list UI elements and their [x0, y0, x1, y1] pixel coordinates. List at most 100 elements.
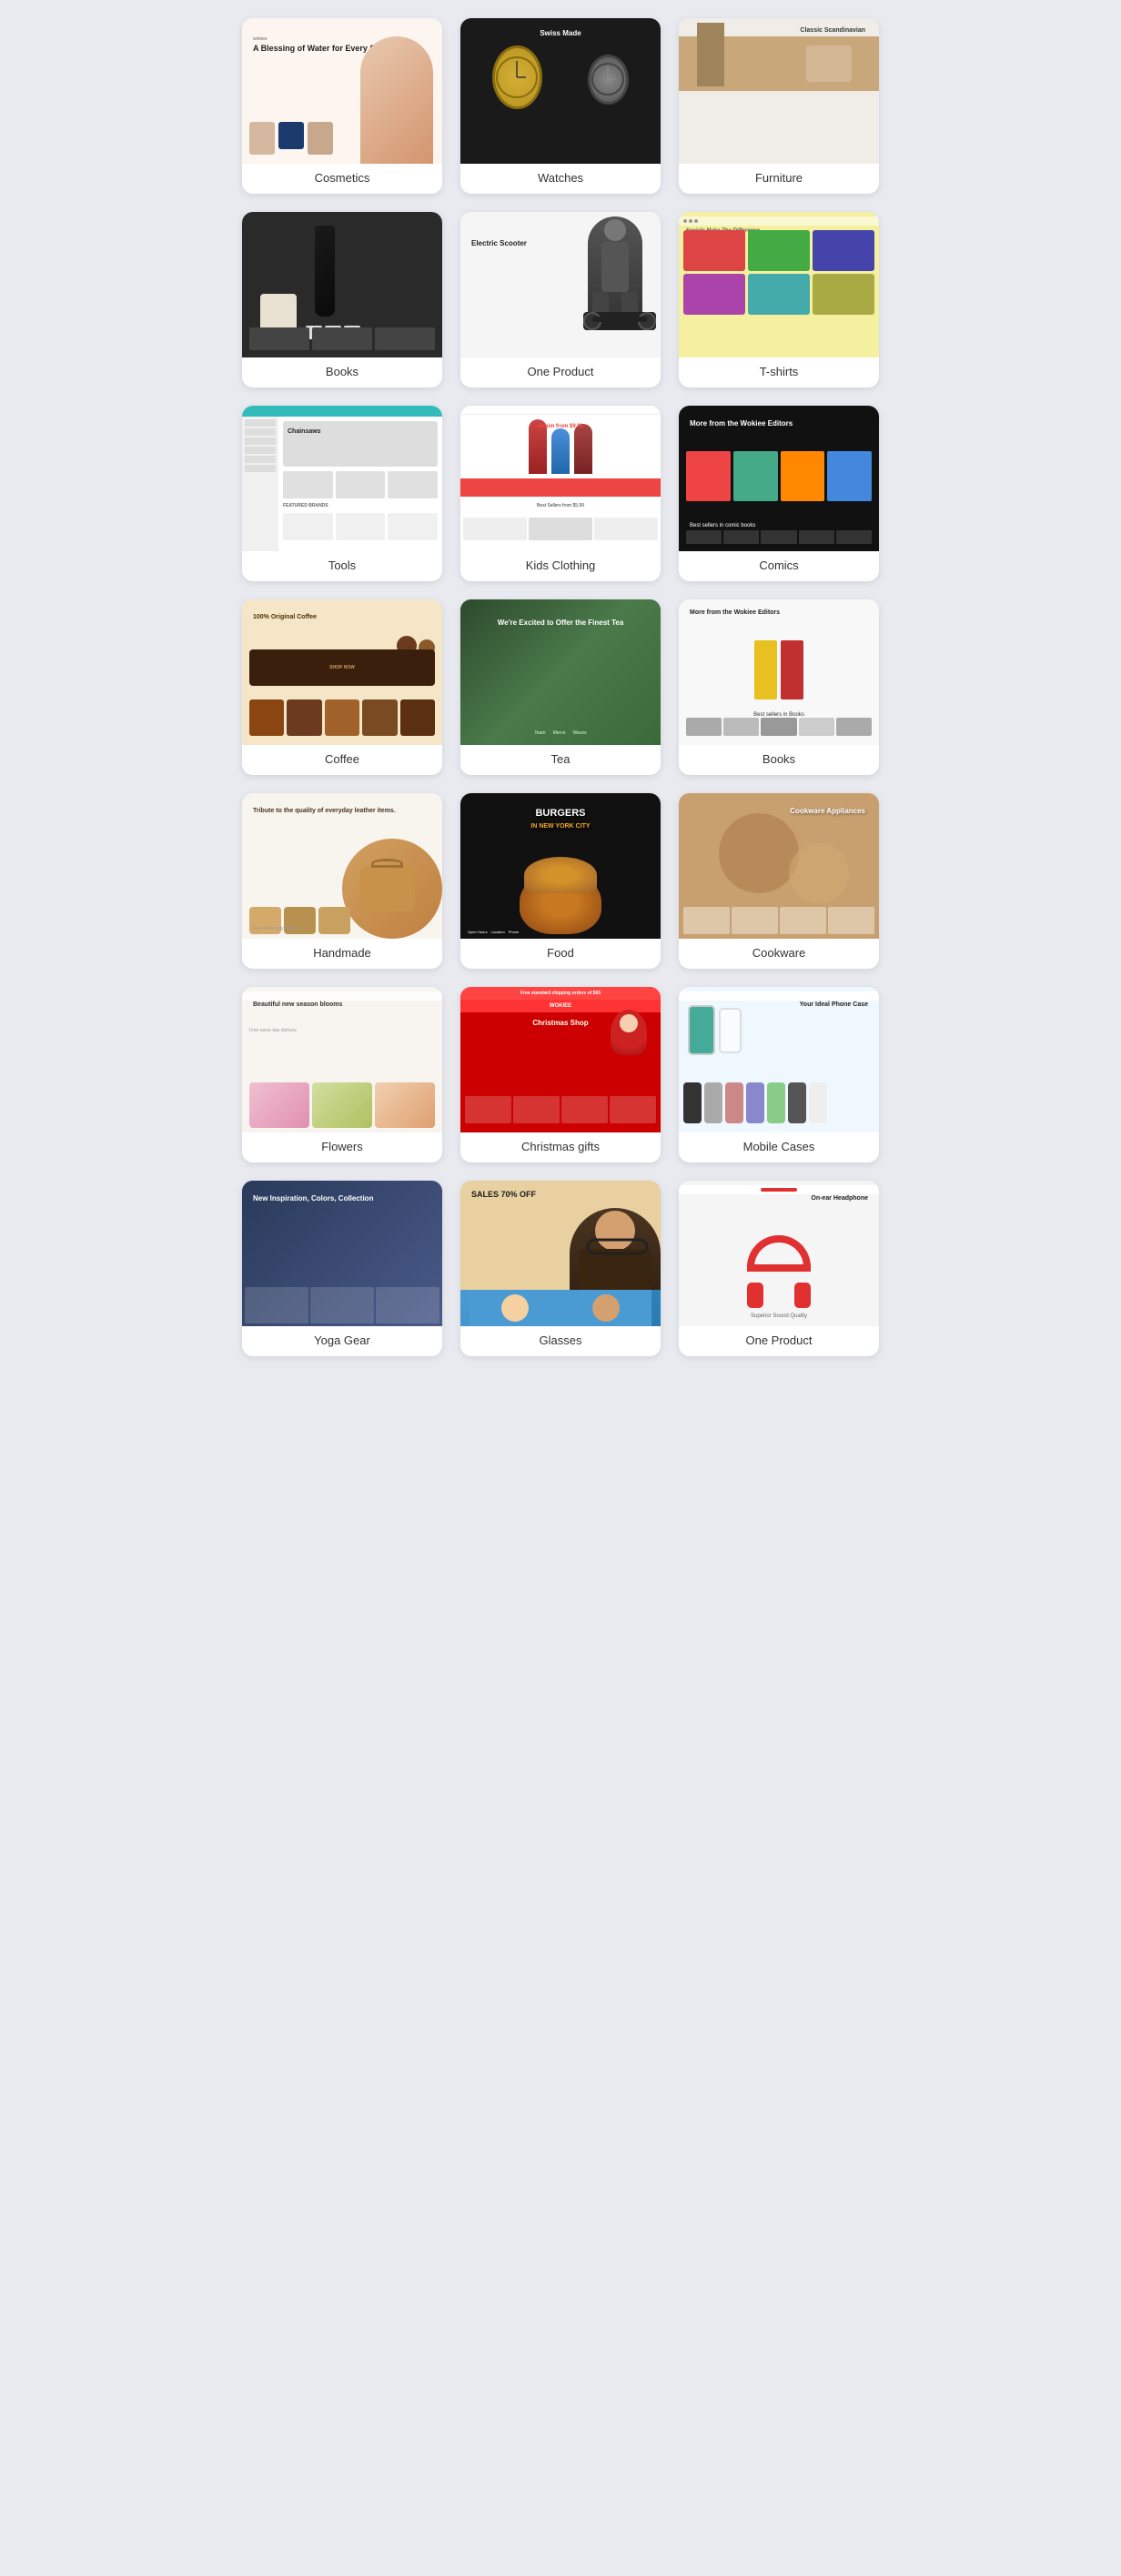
headphones-subtitle: Superior Sound Quality: [751, 1313, 807, 1319]
cosmetics-product-3: [308, 122, 333, 155]
card-tshirts[interactable]: Socials Make The Difference T-shirts: [679, 212, 879, 387]
preview-tea: We're Excited to Offer the Finest Tea Te…: [460, 599, 661, 745]
handmade-image: [342, 839, 442, 939]
xmas-title: Christmas Shop: [532, 1019, 588, 1027]
card-scooter[interactable]: Electric Scooter One Product: [460, 212, 661, 387]
cw-cell-3: [780, 907, 826, 934]
tool-cell-3: [388, 471, 438, 498]
comics-grid: [686, 451, 872, 501]
mobile-nav: [679, 991, 879, 1001]
hp-arc: [747, 1235, 811, 1272]
phone-5: [767, 1082, 785, 1123]
kids-prod-3: [594, 518, 658, 540]
card-mobile[interactable]: Your Ideal Phone Case Mobile Cases: [679, 987, 879, 1162]
cookware-headline: Cookware Appliances: [790, 807, 865, 816]
tea-label: Tea: [460, 745, 661, 775]
card-yoga[interactable]: New Inspiration, Colors, Collection Yoga…: [242, 1181, 442, 1356]
handmade-headline: Tribute to the quality of everyday leath…: [253, 807, 396, 816]
card-kids[interactable]: Denim from $9.99 Best Sellers from $5.99…: [460, 406, 661, 581]
books-light-headline: More from the Wokiee Editors: [690, 609, 780, 617]
card-glasses[interactable]: SALES 70% OFF Glasses: [460, 1181, 661, 1356]
christmas-label: Christmas gifts: [460, 1132, 661, 1162]
yoga-prod-1: [245, 1287, 308, 1323]
yoga-headline: New Inspiration, Colors, Collection: [253, 1194, 373, 1203]
flowers-nav: [242, 991, 442, 1001]
preview-comics: More from the Wokiee Editors Best seller…: [679, 406, 879, 551]
card-watches[interactable]: Swiss Made Watches: [460, 18, 661, 194]
preview-mobile: Your Ideal Phone Case: [679, 987, 879, 1132]
product-grid: wokiee A Blessing of Water for Every Ski…: [242, 18, 879, 1356]
card-christmas[interactable]: Free standard shipping orders of $65 WOK…: [460, 987, 661, 1162]
xmas-shipping: Free standard shipping orders of $65: [520, 991, 601, 996]
cookware-label: Cookware: [679, 939, 879, 969]
scooter-headline: Electric Scooter: [471, 239, 527, 247]
card-tools[interactable]: Chainsaws FEATURED BRANDS Tools: [242, 406, 442, 581]
comic-sm-2: [723, 530, 759, 544]
preview-coffee: 100% Original Coffee SHOP NOW: [242, 599, 442, 745]
brand-cell-3: [388, 513, 438, 540]
headphone-image: [747, 1235, 811, 1308]
tools-sidebar-items: [242, 417, 278, 475]
card-tea[interactable]: We're Excited to Offer the Finest Tea Te…: [460, 599, 661, 775]
xmas-cell-3: [561, 1096, 608, 1123]
card-food[interactable]: BURGERS IN NEW YORK CITY Open Hours Loca…: [460, 793, 661, 969]
comic-sm-3: [761, 530, 796, 544]
tools-sidebar-item-6: [245, 465, 276, 472]
card-cookware[interactable]: Cookware Appliances Cookware: [679, 793, 879, 969]
phone-6: [788, 1082, 806, 1123]
food-info-3: Phone: [509, 930, 520, 934]
coffee-bar-text: SHOP NOW: [329, 665, 355, 670]
card-books-light[interactable]: More from the Wokiee Editors Best seller…: [679, 599, 879, 775]
hp-ear-right: [794, 1283, 811, 1308]
cosmetics-product-1: [249, 122, 275, 155]
book-small-5: [836, 718, 872, 736]
preview-handmade: Tribute to the quality of everyday leath…: [242, 793, 442, 939]
handmade-bag: [360, 866, 415, 911]
card-furniture[interactable]: Classic Scandinavian Furniture: [679, 18, 879, 194]
phone-case-clear: [719, 1008, 742, 1053]
comics-subtitle: Best sellers in comic books: [690, 523, 755, 528]
coffee-label: Coffee: [242, 745, 442, 775]
kids-prod-2: [529, 518, 592, 540]
nav-dot-3: [694, 219, 698, 223]
xmas-logo: WOKIEE: [550, 1003, 571, 1009]
card-books-dark[interactable]: Books: [242, 212, 442, 387]
furniture-label: Furniture: [679, 164, 879, 194]
handmade-label: Handmade: [242, 939, 442, 969]
headphones-accent: [761, 1188, 797, 1192]
xmas-santa: [611, 1010, 647, 1055]
xmas-products: [465, 1096, 656, 1123]
comics-headline: More from the Wokiee Editors: [690, 419, 793, 428]
card-headphones[interactable]: On-ear Headphone Superior Sound Quality …: [679, 1181, 879, 1356]
headphones-label: One Product: [679, 1326, 879, 1356]
flower-prod-2: [312, 1082, 372, 1128]
card-cosmetics[interactable]: wokiee A Blessing of Water for Every Ski…: [242, 18, 442, 194]
watch-big: [492, 45, 542, 109]
tools-sidebar: [242, 417, 278, 551]
tool-cell-1: [283, 471, 333, 498]
kid-figure-2: [551, 428, 570, 474]
yoga-products: [242, 1284, 442, 1326]
card-flowers[interactable]: Beautiful new season blooms Free same da…: [242, 987, 442, 1162]
card-handmade[interactable]: Tribute to the quality of everyday leath…: [242, 793, 442, 969]
books-bottom: [686, 718, 872, 736]
vase-tall: [315, 226, 335, 317]
tool-cell-2: [336, 471, 386, 498]
bd-item-2: [312, 327, 372, 350]
nav-dot-2: [689, 219, 692, 223]
book-small-3: [761, 718, 796, 736]
card-coffee[interactable]: 100% Original Coffee SHOP NOW Coffee: [242, 599, 442, 775]
food-info-2: Location: [491, 930, 505, 934]
coffee-headline: 100% Original Coffee: [253, 613, 317, 621]
coffee-mid: SHOP NOW: [249, 649, 435, 686]
comics-label: Comics: [679, 551, 879, 581]
yoga-prod-3: [376, 1287, 439, 1323]
mobile-label: Mobile Cases: [679, 1132, 879, 1162]
flower-prod-1: [249, 1082, 309, 1128]
cosmetics-site-title: wokiee: [253, 36, 387, 42]
books-dark-label: Books: [242, 357, 442, 387]
card-comics[interactable]: More from the Wokiee Editors Best seller…: [679, 406, 879, 581]
glasses-label: Glasses: [460, 1326, 661, 1356]
cw-cell-1: [683, 907, 730, 934]
tools-brands-grid: [283, 513, 438, 540]
